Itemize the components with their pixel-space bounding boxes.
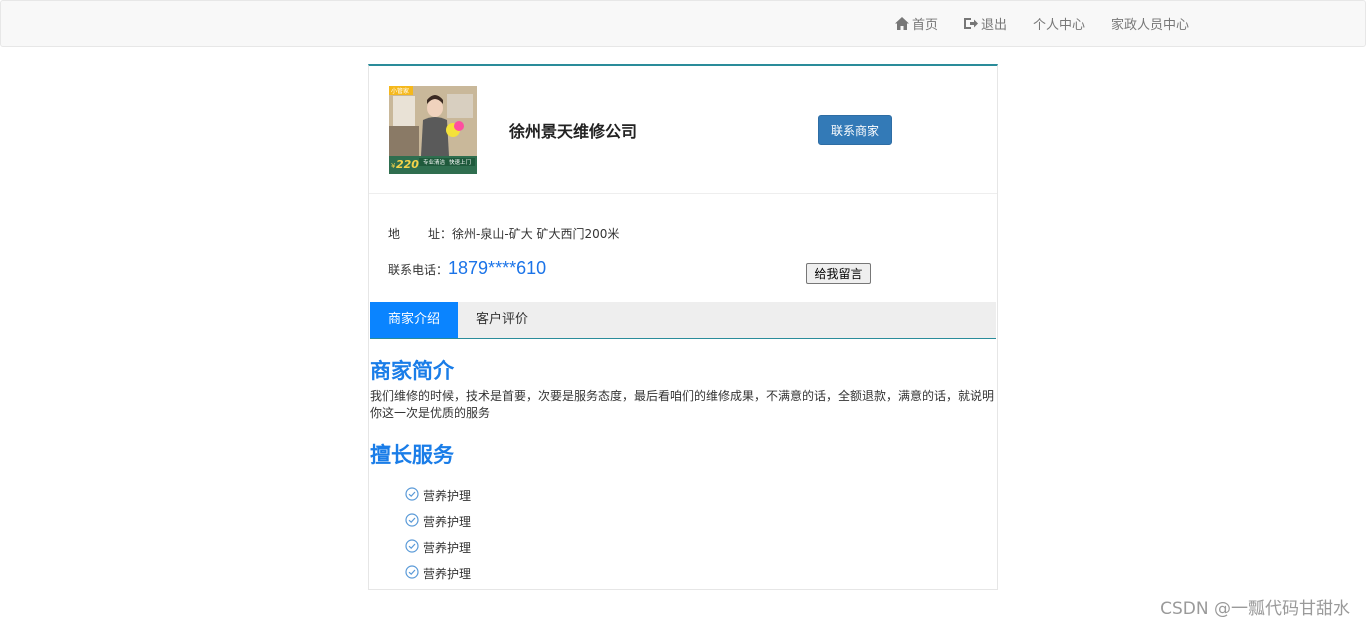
nav-logout-label: 退出 [980,18,1007,33]
service-list: 营养护理 营养护理 营养护理 营养护理 [405,482,471,586]
merchant-card: 小管家 ¥ 220 专业清洁 快速上门 徐州景天维修公司 联系商家 地址：徐州-… [368,64,998,590]
service-label: 营养护理 [423,514,472,529]
check-circle-icon [405,538,423,556]
service-label: 营养护理 [423,488,472,503]
merchant-tabs: 商家介绍 客户评价 [370,302,996,339]
nav-logout[interactable]: 退出 [963,14,1007,33]
phone-row: 联系电话： 1879****610 [388,258,546,279]
watermark: CSDN @一瓢代码甘甜水 [1160,599,1350,619]
merchant-thumbnail: 小管家 ¥ 220 专业清洁 快速上门 [389,86,477,174]
address-value: 徐州-泉山-矿大 矿大西门200米 [452,227,620,241]
nav-links: 首页 退出 个人中心 家政人员中心 [869,1,1189,46]
address-label: 地址： [388,227,453,241]
top-navbar: 首页 退出 个人中心 家政人员中心 [0,0,1366,47]
thumb-caption-2: 快速上门 [449,158,471,166]
service-item: 营养护理 [405,560,471,586]
phone-label: 联系电话： [388,263,449,277]
services-title: 擅长服务 [370,443,454,467]
tab-merchant-intro[interactable]: 商家介绍 [370,302,459,338]
service-item: 营养护理 [405,508,471,534]
check-circle-icon [405,564,423,582]
thumb-price: 220 [396,158,419,171]
leave-message-button[interactable]: 给我留言 [806,263,871,284]
nav-home-label: 首页 [911,18,938,33]
nav-personal-center-label: 个人中心 [1032,18,1085,33]
nav-home[interactable]: 首页 [894,14,938,33]
service-item: 营养护理 [405,482,471,508]
thumb-caption-1: 专业清洁 [423,158,446,166]
service-label: 营养护理 [423,566,472,581]
nav-staff-center-label: 家政人员中心 [1110,18,1189,33]
service-label: 营养护理 [423,540,472,555]
merchant-header: 小管家 ¥ 220 专业清洁 快速上门 徐州景天维修公司 联系商家 [369,66,997,194]
nav-personal-center[interactable]: 个人中心 [1033,14,1085,33]
logout-icon [963,17,978,30]
home-icon [894,17,909,30]
intro-title: 商家简介 [370,359,454,383]
intro-text: 我们维修的时候，技术是首要，次要是服务态度，最后看咱们的维修成果，不满意的话，全… [370,389,995,420]
address-row: 地址：徐州-泉山-矿大 矿大西门200米 [388,225,619,242]
check-circle-icon [405,512,423,530]
thumb-badge: 小管家 [391,87,409,95]
service-item: 营养护理 [405,534,471,560]
nav-staff-center[interactable]: 家政人员中心 [1111,14,1189,33]
check-circle-icon [405,486,423,504]
contact-merchant-button[interactable]: 联系商家 [818,115,892,145]
tab-customer-reviews[interactable]: 客户评价 [458,302,546,338]
phone-number: 1879****610 [448,258,547,278]
company-name: 徐州景天维修公司 [509,122,638,141]
